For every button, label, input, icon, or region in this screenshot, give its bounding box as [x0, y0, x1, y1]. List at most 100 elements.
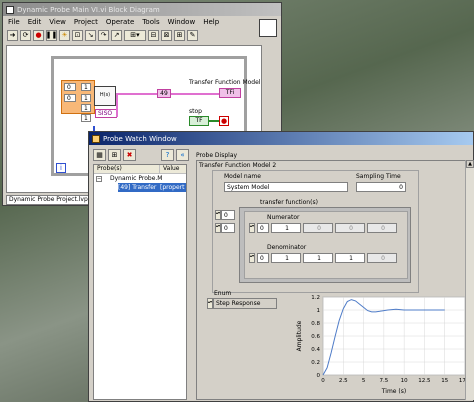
- tree-probe-value: [propert: [160, 184, 185, 191]
- const-1d[interactable]: 1: [81, 114, 91, 122]
- tree-parent-label: Dynamic Probe.M: [110, 175, 163, 182]
- probe-watch-window: Probe Watch Window ▦ ⊞ ✖ ? « Probe(s) Va…: [88, 131, 474, 402]
- enum-label: Enum: [214, 290, 232, 297]
- denominator-coef-1[interactable]: 1: [303, 253, 333, 263]
- tree-row-probe-49[interactable]: [49] Transfer [propert: [118, 183, 186, 192]
- run-icon[interactable]: ➜: [7, 29, 18, 41]
- menu-operate[interactable]: Operate: [106, 18, 134, 26]
- x-tick-label: 2.5: [339, 378, 348, 384]
- block-diagram-titlebar[interactable]: Dynamic Probe Main VI.vi Block Diagram: [3, 3, 281, 16]
- distribute-icon[interactable]: ⊠: [161, 29, 172, 41]
- step-response-graph[interactable]: 02.557.51012.51517.500.20.40.60.811.2Tim…: [285, 293, 473, 397]
- siso-constant[interactable]: SISO: [95, 109, 117, 118]
- denominator-coef-2[interactable]: 1: [335, 253, 365, 263]
- tf-element-cluster: Numerator ▴▾ 0 1 0 0 0 Denominator ▴▾ 0 …: [244, 211, 408, 279]
- const-1c[interactable]: 1: [81, 104, 91, 112]
- probe-window-icon: [92, 134, 100, 143]
- menu-view[interactable]: View: [49, 18, 66, 26]
- y-tick-label: 1.2: [311, 295, 320, 301]
- y-tick-label: 1: [317, 308, 321, 314]
- const-1a[interactable]: 1: [81, 83, 91, 91]
- menu-project[interactable]: Project: [74, 18, 98, 26]
- construct-tf-model-vi[interactable]: H(s): [94, 86, 116, 106]
- probe-display-panel: Transfer Function Model 2 Model name Sys…: [196, 160, 474, 400]
- menu-help[interactable]: Help: [203, 18, 219, 26]
- probe-49-label[interactable]: 49: [157, 89, 171, 98]
- run-continuous-icon[interactable]: ⟳: [20, 29, 31, 41]
- transfer-function-model-label: Transfer Function Model: [189, 79, 261, 86]
- block-diagram-menubar: File Edit View Project Operate Tools Win…: [3, 16, 281, 27]
- y-tick-label: 0.4: [311, 347, 320, 353]
- labview-icon: [6, 5, 14, 14]
- model-name-field[interactable]: System Model: [224, 182, 348, 192]
- const-1b[interactable]: 1: [81, 94, 91, 102]
- numerator-stepper-icon[interactable]: ▴▾: [249, 223, 255, 233]
- step-out-icon[interactable]: ↗: [111, 29, 122, 41]
- help-icon[interactable]: ?: [161, 149, 174, 161]
- probe-display-scrollbar[interactable]: ▲: [465, 160, 474, 400]
- iteration-terminal-icon: i: [56, 163, 66, 173]
- x-axis-label: Time (s): [381, 388, 406, 395]
- const-0b[interactable]: 0: [64, 94, 76, 102]
- x-tick-label: 0: [321, 378, 325, 384]
- denominator-stepper-icon[interactable]: ▴▾: [249, 253, 255, 263]
- x-tick-label: 15: [441, 378, 448, 384]
- stop-label: stop: [189, 108, 202, 115]
- numerator-coef-2[interactable]: 0: [335, 223, 365, 233]
- probe-column-header[interactable]: Probe(s): [94, 165, 160, 173]
- retain-wire-values-icon[interactable]: ⊡: [72, 29, 83, 41]
- denominator-index[interactable]: 0: [257, 253, 269, 263]
- scroll-up-icon[interactable]: ▲: [466, 160, 474, 168]
- numerator-array: ▴▾ 0 1 0 0 0: [249, 222, 405, 234]
- pause-icon[interactable]: ❚❚: [46, 29, 57, 41]
- open-vi-icon[interactable]: ⊞: [108, 149, 121, 161]
- cleanup-icon[interactable]: ✎: [187, 29, 198, 41]
- reorder-icon[interactable]: ⊞: [174, 29, 185, 41]
- denominator-array: ▴▾ 0 1 1 1 0: [249, 252, 405, 264]
- y-tick-label: 0.2: [311, 360, 320, 366]
- numerator-index[interactable]: 0: [257, 223, 269, 233]
- tree-collapse-icon[interactable]: −: [96, 175, 102, 182]
- vi-icon[interactable]: [259, 19, 277, 37]
- denominator-coef-0[interactable]: 1: [271, 253, 301, 263]
- tf-model-cluster: Model name System Model Sampling Time 0 …: [212, 170, 419, 293]
- clear-probe-icon[interactable]: ✖: [123, 149, 136, 161]
- step-response-svg: 02.557.51012.51517.500.20.40.60.811.2Tim…: [296, 295, 472, 395]
- tf-wire: [116, 93, 234, 95]
- x-tick-label: 12.5: [418, 378, 431, 384]
- collapse-icon[interactable]: «: [176, 149, 189, 161]
- menu-edit[interactable]: Edit: [28, 18, 42, 26]
- highlight-execution-icon[interactable]: ☀: [59, 29, 70, 41]
- tf-index-stepper-1[interactable]: ▴▾ 0: [215, 210, 235, 220]
- step-over-icon[interactable]: ↷: [98, 29, 109, 41]
- menu-file[interactable]: File: [8, 18, 20, 26]
- tree-row-parent[interactable]: − Dynamic Probe.M: [94, 174, 186, 183]
- show-probe-icon[interactable]: ▦: [93, 149, 106, 161]
- y-tick-label: 0.8: [311, 321, 320, 327]
- menu-window[interactable]: Window: [168, 18, 196, 26]
- numerator-coef-3[interactable]: 0: [367, 223, 397, 233]
- const-0a[interactable]: 0: [64, 83, 76, 91]
- menu-tools[interactable]: Tools: [142, 18, 159, 26]
- step-into-icon[interactable]: ↘: [85, 29, 96, 41]
- align-icon[interactable]: ⊟: [148, 29, 159, 41]
- transfer-function-indicator[interactable]: TFi: [219, 88, 241, 98]
- font-dropdown-icon[interactable]: ⊞▾: [124, 29, 146, 41]
- abort-icon[interactable]: ●: [33, 29, 44, 41]
- enum-value[interactable]: Step Response: [213, 298, 277, 309]
- tree-probe-label: [49] Transfer: [118, 184, 157, 191]
- tf-index-stepper-2[interactable]: ▴▾ 0: [215, 223, 235, 233]
- probe-list[interactable]: Probe(s) Value − Dynamic Probe.M [49] Tr…: [93, 164, 187, 400]
- sampling-time-field[interactable]: 0: [356, 182, 406, 192]
- numerator-coef-0[interactable]: 1: [271, 223, 301, 233]
- enum-control[interactable]: ▴▾ Step Response: [207, 298, 277, 309]
- stop-wire: [209, 120, 219, 122]
- x-tick-label: 7.5: [379, 378, 388, 384]
- probe-watch-titlebar[interactable]: Probe Watch Window: [89, 132, 473, 145]
- value-column-header[interactable]: Value: [160, 165, 179, 173]
- loop-condition-icon[interactable]: ●: [219, 116, 229, 126]
- sampling-time-label: Sampling Time: [356, 173, 401, 180]
- denominator-coef-3[interactable]: 0: [367, 253, 397, 263]
- stop-control[interactable]: TF: [189, 116, 209, 126]
- numerator-coef-1[interactable]: 0: [303, 223, 333, 233]
